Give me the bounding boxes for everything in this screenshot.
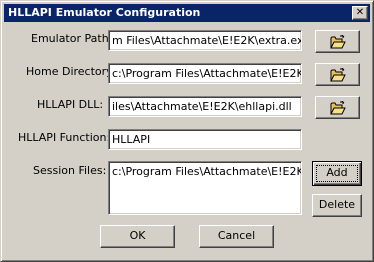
browse-hllapi-dll-button[interactable] (315, 96, 360, 119)
add-button[interactable]: Add (312, 161, 362, 186)
window-title: HLLAPI Emulator Configuration (8, 6, 201, 19)
open-folder-icon (330, 68, 346, 82)
cancel-button-label: Cancel (217, 229, 256, 242)
hllapi-function-input[interactable]: HLLAPI (108, 129, 302, 150)
emulator-path-label: Emulator Path: (31, 32, 113, 45)
home-directory-label: Home Directory: (26, 65, 116, 78)
emulator-path-value: m Files\Attachmate\E!E2K\extra.exe (112, 34, 302, 47)
hllapi-dll-label: HLLAPI DLL: (37, 98, 104, 111)
session-files-item[interactable]: c:\Program Files\Attachmate\E!E2K\Se (112, 165, 301, 178)
hllapi-function-label: HLLAPI Function: (18, 131, 111, 144)
delete-button-label: Delete (318, 198, 356, 211)
home-directory-value: c:\Program Files\Attachmate\E!E2K (112, 67, 302, 80)
open-folder-icon (330, 101, 346, 115)
emulator-path-input[interactable]: m Files\Attachmate\E!E2K\extra.exe (108, 30, 302, 51)
focus-rect (316, 165, 358, 182)
close-icon: ✕ (355, 7, 365, 18)
delete-button[interactable]: Delete (312, 194, 362, 217)
hllapi-function-value: HLLAPI (112, 133, 151, 146)
home-directory-input[interactable]: c:\Program Files\Attachmate\E!E2K (108, 63, 302, 84)
hllapi-dll-value: iles\Attachmate\E!E2K\ehllapi.dll (112, 100, 292, 113)
title-bar[interactable]: HLLAPI Emulator Configuration ✕ (4, 4, 370, 22)
browse-home-directory-button[interactable] (315, 63, 360, 86)
browse-emulator-path-button[interactable] (315, 30, 360, 53)
hllapi-dll-input[interactable]: iles\Attachmate\E!E2K\ehllapi.dll (108, 96, 302, 117)
session-files-list[interactable]: c:\Program Files\Attachmate\E!E2K\Se (108, 161, 302, 215)
close-button[interactable]: ✕ (352, 6, 368, 20)
ok-button[interactable]: OK (100, 225, 175, 248)
cancel-button[interactable]: Cancel (199, 225, 274, 248)
session-files-label: Session Files: (33, 164, 107, 177)
ok-button-label: OK (129, 229, 146, 242)
open-folder-icon (330, 35, 346, 49)
dialog-window: HLLAPI Emulator Configuration ✕ Emulator… (0, 0, 374, 262)
